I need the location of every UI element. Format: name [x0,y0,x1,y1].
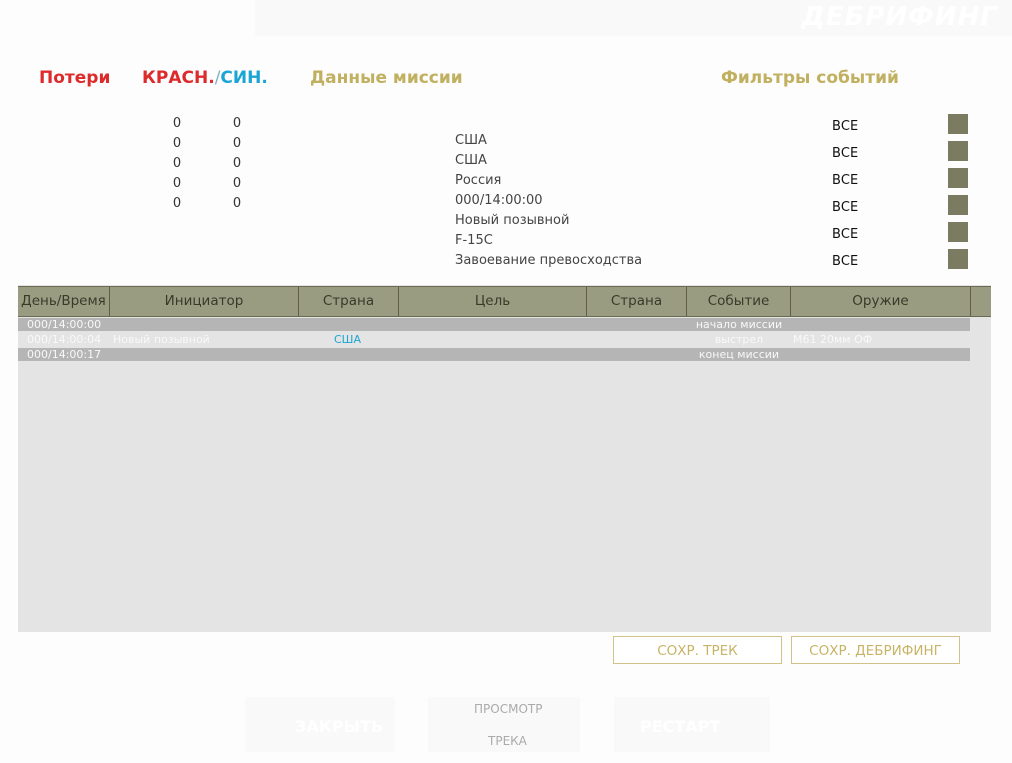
table-row[interactable]: 000/14:00:00 начало миссии [18,318,970,331]
restart-button-label: РЕСТАРТ [640,717,721,736]
red-loss-value: 0 [172,176,182,191]
column-header-target[interactable]: Цель [399,287,587,316]
table-row[interactable]: 000/14:00:04 Новый позывной США выстрел … [18,333,970,346]
mission-value: Завоевание превосходства [455,253,643,268]
filter-checkbox[interactable] [948,141,968,161]
mission-value: Россия [455,173,502,188]
row-event: начало миссии [695,318,783,331]
red-loss-value: 0 [172,136,182,151]
blue-loss-value: 0 [232,116,242,131]
mission-value: F-15C [455,233,493,248]
blue-side-label: СИН. [220,68,268,88]
view-track-button[interactable]: ПРОСМОТР ТРЕКА [428,697,580,752]
save-debrief-button[interactable]: СОХР. ДЕБРИФИНГ [791,636,960,664]
red-loss-value: 0 [172,156,182,171]
save-track-button[interactable]: СОХР. ТРЕК [613,636,782,664]
column-header-time[interactable]: День/Время [18,287,110,316]
filter-label: ВСЕ [832,200,859,215]
row-time: 000/14:00:00 [27,318,102,331]
filter-label: ВСЕ [832,254,859,269]
filter-label: ВСЕ [832,173,859,188]
close-button[interactable]: ЗАКРЫТЬ [245,697,395,752]
event-filters-heading: Фильтры событий [721,68,899,88]
row-event: выстрел [714,333,764,346]
table-header: День/Время Инициатор Страна Цель Страна … [18,286,991,317]
filter-checkbox[interactable] [948,168,968,188]
column-header-initiator[interactable]: Инициатор [110,287,299,316]
filter-label: ВСЕ [832,119,859,134]
column-header-target-country[interactable]: Страна [587,287,687,316]
table-row[interactable]: 000/14:00:17 конец миссии [18,348,970,361]
red-loss-value: 0 [172,116,182,131]
mission-value: Новый позывной [455,213,570,228]
column-header-event[interactable]: Событие [687,287,791,316]
filter-label: ВСЕ [832,146,859,161]
close-button-label: ЗАКРЫТЬ [295,717,384,736]
mission-data-heading: Данные миссии [310,68,463,88]
filter-label: ВСЕ [832,227,859,242]
filter-checkbox[interactable] [948,114,968,134]
view-track-label-2: ТРЕКА [488,734,527,748]
row-weapon: M61 20мм ОФ [793,333,873,346]
side-heading: КРАСН./СИН. [142,68,268,88]
mission-value: 000/14:00:00 [455,193,543,208]
column-header-weapon[interactable]: Оружие [791,287,971,316]
losses-heading: Потери [39,68,111,88]
row-country: США [334,333,361,346]
red-side-label: КРАСН. [142,68,215,88]
blue-loss-value: 0 [232,176,242,191]
row-event: конец миссии [698,348,780,361]
filter-checkbox[interactable] [948,222,968,242]
row-initiator: Новый позывной [113,333,210,346]
view-track-label-1: ПРОСМОТР [474,702,543,716]
filter-checkbox[interactable] [948,195,968,215]
red-loss-value: 0 [172,196,182,211]
restart-button[interactable]: РЕСТАРТ [614,697,770,752]
row-time: 000/14:00:17 [27,348,102,361]
blue-loss-value: 0 [232,136,242,151]
filter-checkbox[interactable] [948,249,968,269]
column-header-spacer [971,287,991,316]
page-title: ДЕБРИФИНГ [801,2,998,32]
blue-loss-value: 0 [232,156,242,171]
mission-value: США [455,133,487,148]
row-time: 000/14:00:04 [27,333,102,346]
column-header-country[interactable]: Страна [299,287,399,316]
mission-value: США [455,153,487,168]
blue-loss-value: 0 [232,196,242,211]
